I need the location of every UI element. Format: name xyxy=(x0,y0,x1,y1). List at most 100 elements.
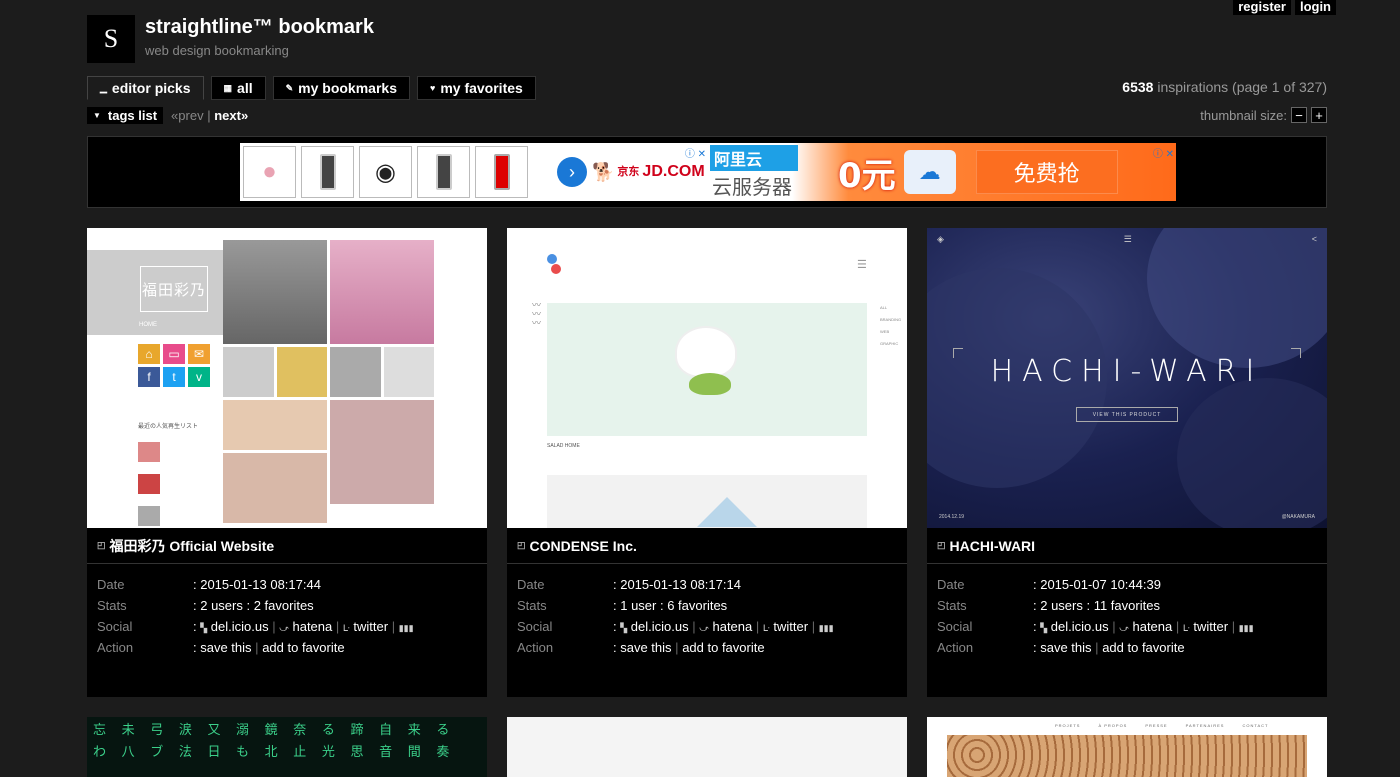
auth-links: register login xyxy=(1233,0,1336,15)
delicious-link[interactable]: del.icio.us xyxy=(631,619,689,634)
bookmark-stats[interactable]: 2 users : 2 favorites xyxy=(200,598,313,613)
ad-jd[interactable]: ● ◉ › 🐕 京东 JD.COM ⓘ ✕ xyxy=(240,143,708,201)
twitter-link[interactable]: twitter xyxy=(1193,619,1228,634)
hamburger-icon: ☰ xyxy=(1123,234,1132,244)
bookmark-card: 福田彩乃 HOME ⌂ ▭ ✉ f t v 最近の人気再生リスト ◰ 福田彩乃 … xyxy=(87,228,487,697)
home-icon: ⌂ xyxy=(138,344,160,364)
stats-icon[interactable]: ▮▮▮ xyxy=(819,623,834,633)
chevron-right-icon[interactable]: › xyxy=(557,157,587,187)
pager-separator: | xyxy=(207,108,211,123)
delicious-icon: ▚ xyxy=(200,623,208,633)
count-text: inspirations (page 1 of 327) xyxy=(1157,79,1327,95)
hatena-icon: ⤻ xyxy=(279,623,289,633)
bookmark-title[interactable]: ◰ HACHI-WARI xyxy=(927,528,1327,564)
bookmark-thumbnail[interactable]: ☰ 〰〰〰 ALL BRANDING WEB GRAPHIC SALAD HOME xyxy=(507,228,907,528)
stats-icon[interactable]: ▮▮▮ xyxy=(1239,623,1254,633)
save-this-link[interactable]: save this xyxy=(1040,640,1091,655)
cloud-icon: ☁ xyxy=(903,150,956,194)
tv-icon: ▭ xyxy=(163,344,185,364)
bookmark-card: PROJETS À PROPOS PRESSE PARTENAIRES CONTACT xyxy=(927,717,1327,777)
mail-icon: ✉ xyxy=(188,344,210,364)
bookmark-meta: Date: 2015-01-07 10:44:39 Stats: 2 users… xyxy=(937,577,1254,655)
ad-product-phone-red xyxy=(475,146,528,198)
bookmark-stats[interactable]: 2 users : 11 favorites xyxy=(1040,598,1160,613)
aliyun-logo: 阿里云 云服务器 xyxy=(710,144,798,200)
save-this-link[interactable]: save this xyxy=(620,640,671,655)
main-tabs: ▁ editor picks ▦ all ✎ my bookmarks ♥ my… xyxy=(87,76,536,100)
heart-icon: ♥ xyxy=(429,83,436,93)
delicious-link[interactable]: del.icio.us xyxy=(1051,619,1109,634)
pager: «prev | next» xyxy=(171,108,248,123)
bookmark-thumbnail[interactable]: 福田彩乃 HOME ⌂ ▭ ✉ f t v 最近の人気再生リスト xyxy=(87,228,487,528)
tab-all[interactable]: ▦ all xyxy=(210,76,266,100)
ad-aliyun[interactable]: 阿里云 云服务器 0元 ☁ 免费抢 ⓘ ✕ xyxy=(708,143,1176,201)
thumb-photo-grid xyxy=(223,240,437,523)
twitter-link[interactable]: twitter xyxy=(353,619,388,634)
twitter-icon: t xyxy=(163,367,185,387)
bookmark-card xyxy=(507,717,907,777)
inspiration-count: 6538 inspirations (page 1 of 327) xyxy=(1122,79,1327,95)
thumbnail-smaller-button[interactable]: − xyxy=(1291,107,1307,123)
add-to-favorite-link[interactable]: add to favorite xyxy=(682,640,764,655)
delicious-link[interactable]: del.icio.us xyxy=(211,619,269,634)
next-link[interactable]: next» xyxy=(214,108,248,123)
hatena-link[interactable]: hatena xyxy=(292,619,332,634)
bookmark-date: : 2015-01-13 08:17:44 xyxy=(193,577,321,592)
window-icon: ◰ xyxy=(517,540,526,550)
prev-link[interactable]: «prev xyxy=(171,108,204,123)
twitter-icon: ᒷ xyxy=(1182,623,1190,633)
bookmark-thumbnail[interactable] xyxy=(507,717,907,777)
site-logo[interactable]: S xyxy=(87,15,135,63)
bookmark-card: ☰ 〰〰〰 ALL BRANDING WEB GRAPHIC SALAD HOME ◰… xyxy=(507,228,907,697)
hatena-link[interactable]: hatena xyxy=(712,619,752,634)
twitter-link[interactable]: twitter xyxy=(773,619,808,634)
bookmark-date: : 2015-01-07 10:44:39 xyxy=(1033,577,1161,592)
bookmark-stats[interactable]: 1 user : 6 favorites xyxy=(620,598,727,613)
login-link[interactable]: login xyxy=(1294,0,1336,15)
ad-banner[interactable]: ● ◉ › 🐕 京东 JD.COM ⓘ ✕ 阿里云 云服务器 0元 ☁ 免费抢 … xyxy=(240,143,1176,201)
sub-nav: ▼ tags list «prev | next» xyxy=(87,107,248,124)
hatena-icon: ⤻ xyxy=(699,623,709,633)
window-icon: ◰ xyxy=(97,540,106,550)
window-icon: ◰ xyxy=(937,540,946,550)
tab-my-bookmarks[interactable]: ✎ my bookmarks xyxy=(272,76,410,100)
twitter-icon: ᒷ xyxy=(342,623,350,633)
bookmark-thumbnail[interactable]: 忘 未 ⼸ 涙 ⼜ 溺 鏡 奈 る 蹄 ⾃ 来 る わ ⼋ ブ 法 ⽇ も 北 … xyxy=(87,717,487,777)
underscore-icon: ▁ xyxy=(100,82,107,93)
bookmark-date: : 2015-01-13 08:17:14 xyxy=(613,577,741,592)
stats-icon[interactable]: ▮▮▮ xyxy=(399,623,414,633)
ad-choices-icon[interactable]: ⓘ ✕ xyxy=(685,145,706,160)
thumb-social-icons: ⌂ ▭ ✉ f t v xyxy=(138,344,210,387)
thumbnail-size-label: thumbnail size: xyxy=(1200,107,1287,123)
ad-choices-icon[interactable]: ⓘ ✕ xyxy=(1153,145,1174,160)
logo-icon: ◈ xyxy=(937,234,944,244)
tab-editor-picks[interactable]: ▁ editor picks xyxy=(87,76,204,100)
triangle-down-icon: ▼ xyxy=(93,111,101,120)
thumb-list: 最近の人気再生リスト xyxy=(138,421,218,526)
pencil-icon: ✎ xyxy=(285,82,294,93)
tags-list-button[interactable]: ▼ tags list xyxy=(87,107,164,124)
register-link[interactable]: register xyxy=(1233,0,1291,15)
site-subtitle: web design bookmarking xyxy=(145,43,289,58)
site-header: S straightline™ bookmark web design book… xyxy=(87,15,374,63)
bookmark-title[interactable]: ◰ CONDENSE Inc. xyxy=(507,528,907,564)
vine-icon: v xyxy=(188,367,210,387)
ad-free-button[interactable]: 免费抢 xyxy=(975,150,1118,194)
site-title[interactable]: straightline™ bookmark xyxy=(145,16,374,39)
tab-my-favorites[interactable]: ♥ my favorites xyxy=(416,76,536,100)
bookmark-title[interactable]: ◰ 福田彩乃 Official Website xyxy=(87,528,487,564)
bookmark-thumbnail[interactable]: PROJETS À PROPOS PRESSE PARTENAIRES CONTACT xyxy=(927,717,1327,777)
hatena-link[interactable]: hatena xyxy=(1132,619,1172,634)
thumbnail-larger-button[interactable]: + xyxy=(1311,107,1327,123)
bookmark-meta: Date: 2015-01-13 08:17:14 Stats: 1 user … xyxy=(517,577,834,655)
thumb-headline: HACHI-WARI xyxy=(990,354,1264,389)
add-to-favorite-link[interactable]: add to favorite xyxy=(262,640,344,655)
bookmark-thumbnail[interactable]: ◈ ☰ < HACHI-WARI VIEW THIS PRODUCT 2014.12… xyxy=(927,228,1327,528)
save-this-link[interactable]: save this xyxy=(200,640,251,655)
ad-zero-price: 0元 xyxy=(838,155,896,196)
add-to-favorite-link[interactable]: add to favorite xyxy=(1102,640,1184,655)
thumb-logo xyxy=(547,254,561,276)
grid-icon: ▦ xyxy=(223,82,233,93)
bookmark-meta: Date: 2015-01-13 08:17:44 Stats: 2 users… xyxy=(97,577,414,655)
dog-icon: 🐕 xyxy=(592,161,615,182)
